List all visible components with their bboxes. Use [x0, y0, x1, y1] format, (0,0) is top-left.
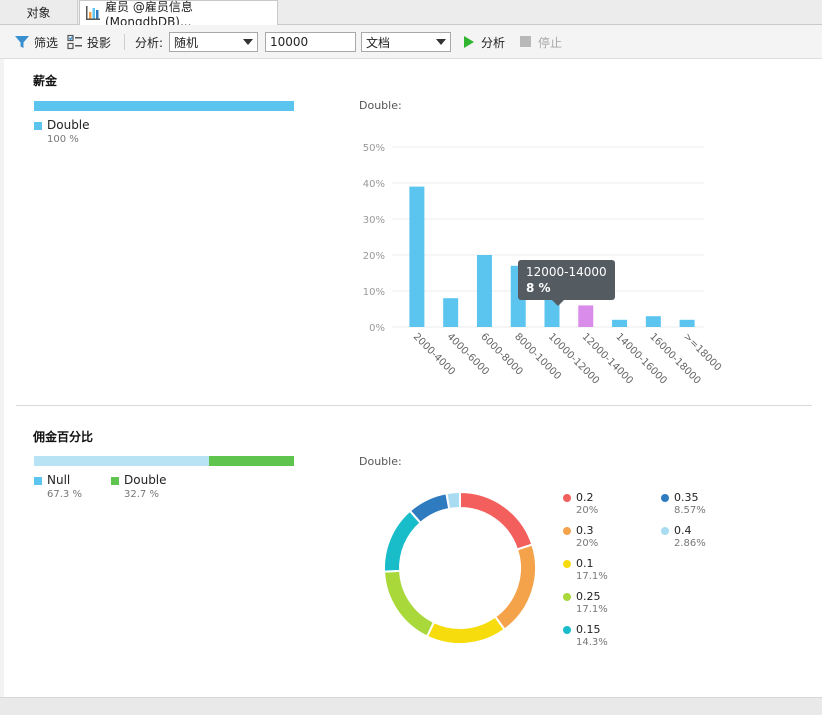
histogram-bar[interactable]: [443, 298, 459, 327]
legend-dot: [563, 527, 571, 535]
legend-dot: [563, 560, 571, 568]
filter-button[interactable]: 筛选: [14, 25, 58, 59]
filter-icon: [14, 34, 30, 50]
legend-dot: [563, 494, 571, 502]
sample-size-value: 10000: [270, 35, 309, 49]
sample-size-input[interactable]: 10000: [265, 32, 356, 52]
chevron-down-icon: [243, 39, 253, 45]
tooltip-range: 12000-14000: [526, 265, 607, 279]
salary-type-segment: [34, 101, 294, 111]
sample-mode-value: 随机: [174, 35, 199, 50]
histogram-bar[interactable]: [679, 319, 695, 327]
commission-donut-chart: [383, 490, 537, 645]
analysis-panel: 薪金 Double 100 % Double: 0% 10% 20% 30% 40% 50…: [4, 59, 822, 697]
doc-mode-select[interactable]: 文档: [361, 32, 451, 52]
legend-percent: 32.7 %: [124, 489, 159, 500]
legend-percent: 20%: [576, 538, 599, 549]
legend-percent: 100 %: [47, 134, 79, 145]
commission-type-segment-double: [209, 456, 294, 466]
legend-name: Double: [124, 473, 167, 487]
legend-name: Null: [47, 473, 71, 487]
salary-histogram: 0%10%20%30%40%50%2000-40004000-60006000-…: [363, 143, 723, 387]
section-divider: [16, 405, 812, 406]
tab-objects-label: 对象: [26, 6, 51, 20]
chart-tooltip: 12000-14000 8 %: [518, 260, 615, 306]
histogram-bar[interactable]: [612, 319, 628, 327]
donut-slice[interactable]: [493, 543, 537, 631]
commission-donut-legend: 0.2 20% 0.3 20% 0.1 17.1% 0.25 17.1% 0.15 14.3% 0.…: [563, 491, 713, 661]
tab-bar: 对象 雇员 @雇员信息 (MongdbDB)...: [0, 0, 822, 29]
chart-analysis-icon: [86, 6, 100, 20]
donut-slice[interactable]: [459, 490, 534, 551]
salary-chart-label: Double:: [359, 99, 402, 112]
histogram-bar[interactable]: [645, 316, 661, 327]
legend-swatch: [34, 477, 42, 485]
legend-name: 0.4: [674, 524, 692, 537]
donut-slice[interactable]: [445, 490, 461, 511]
y-tick-label: 0%: [369, 323, 385, 334]
y-tick-label: 50%: [363, 143, 385, 154]
donut-slice[interactable]: [383, 509, 422, 573]
tooltip-value: 8 %: [526, 281, 551, 295]
donut-slice[interactable]: [383, 569, 436, 638]
legend-percent: 17.1%: [576, 571, 608, 582]
donut-slice[interactable]: [425, 615, 506, 645]
tab-objects[interactable]: 对象: [0, 0, 78, 25]
histogram-bar[interactable]: [409, 186, 425, 327]
legend-dot: [563, 626, 571, 634]
legend-percent: 14.3%: [576, 637, 608, 648]
legend-name: 0.15: [576, 623, 601, 636]
legend-percent: 2.86%: [674, 538, 706, 549]
commission-type-bar: [34, 456, 294, 466]
stop-icon: [518, 34, 534, 50]
donut-slice[interactable]: [408, 492, 451, 525]
legend-name: 0.2: [576, 491, 594, 504]
field-title-commission: 佣金百分比: [33, 430, 94, 444]
stop-label: 停止: [538, 35, 563, 50]
run-label: 分析: [481, 35, 506, 50]
legend-percent: 17.1%: [576, 604, 608, 615]
analyze-text: 分析:: [135, 35, 164, 50]
legend-percent: 8.57%: [674, 505, 706, 516]
filter-label: 筛选: [34, 35, 59, 50]
legend-swatch: [111, 477, 119, 485]
analyze-label: 分析:: [135, 25, 163, 59]
tooltip-arrow: [552, 300, 564, 306]
toolbar: 筛选 投影 分析: 随机 10000 文档 分析 停止: [0, 25, 822, 59]
chevron-down-icon: [436, 39, 446, 45]
toolbar-separator: [124, 34, 125, 50]
legend-dot: [563, 593, 571, 601]
status-strip: [0, 697, 822, 715]
field-title-salary: 薪金: [33, 74, 58, 88]
y-tick-label: 40%: [363, 179, 385, 190]
legend-name: 0.3: [576, 524, 594, 537]
legend-name: 0.35: [674, 491, 699, 504]
commission-chart-label: Double:: [359, 455, 402, 468]
projection-label: 投影: [87, 35, 112, 50]
sample-mode-select[interactable]: 随机: [169, 32, 258, 52]
legend-name: 0.25: [576, 590, 601, 603]
stop-button[interactable]: 停止: [518, 25, 562, 59]
projection-icon: [67, 34, 83, 50]
doc-mode-value: 文档: [366, 35, 391, 50]
legend-name: Double: [47, 118, 90, 132]
legend-percent: 20%: [576, 505, 599, 516]
projection-button[interactable]: 投影: [67, 25, 111, 59]
salary-type-bar: [34, 101, 294, 111]
commission-type-segment-null: [34, 456, 209, 466]
run-analyze-button[interactable]: 分析: [461, 25, 505, 59]
play-icon: [461, 34, 477, 50]
histogram-bar[interactable]: [578, 305, 594, 327]
y-tick-label: 20%: [363, 251, 385, 262]
legend-dot: [661, 494, 669, 502]
histogram-bar[interactable]: [476, 255, 492, 327]
legend-swatch: [34, 122, 42, 130]
legend-dot: [661, 527, 669, 535]
tab-employee-collection[interactable]: 雇员 @雇员信息 (MongdbDB)...: [79, 0, 278, 29]
legend-percent: 67.3 %: [47, 489, 82, 500]
y-tick-label: 30%: [363, 215, 385, 226]
y-tick-label: 10%: [363, 287, 385, 298]
legend-name: 0.1: [576, 557, 594, 570]
